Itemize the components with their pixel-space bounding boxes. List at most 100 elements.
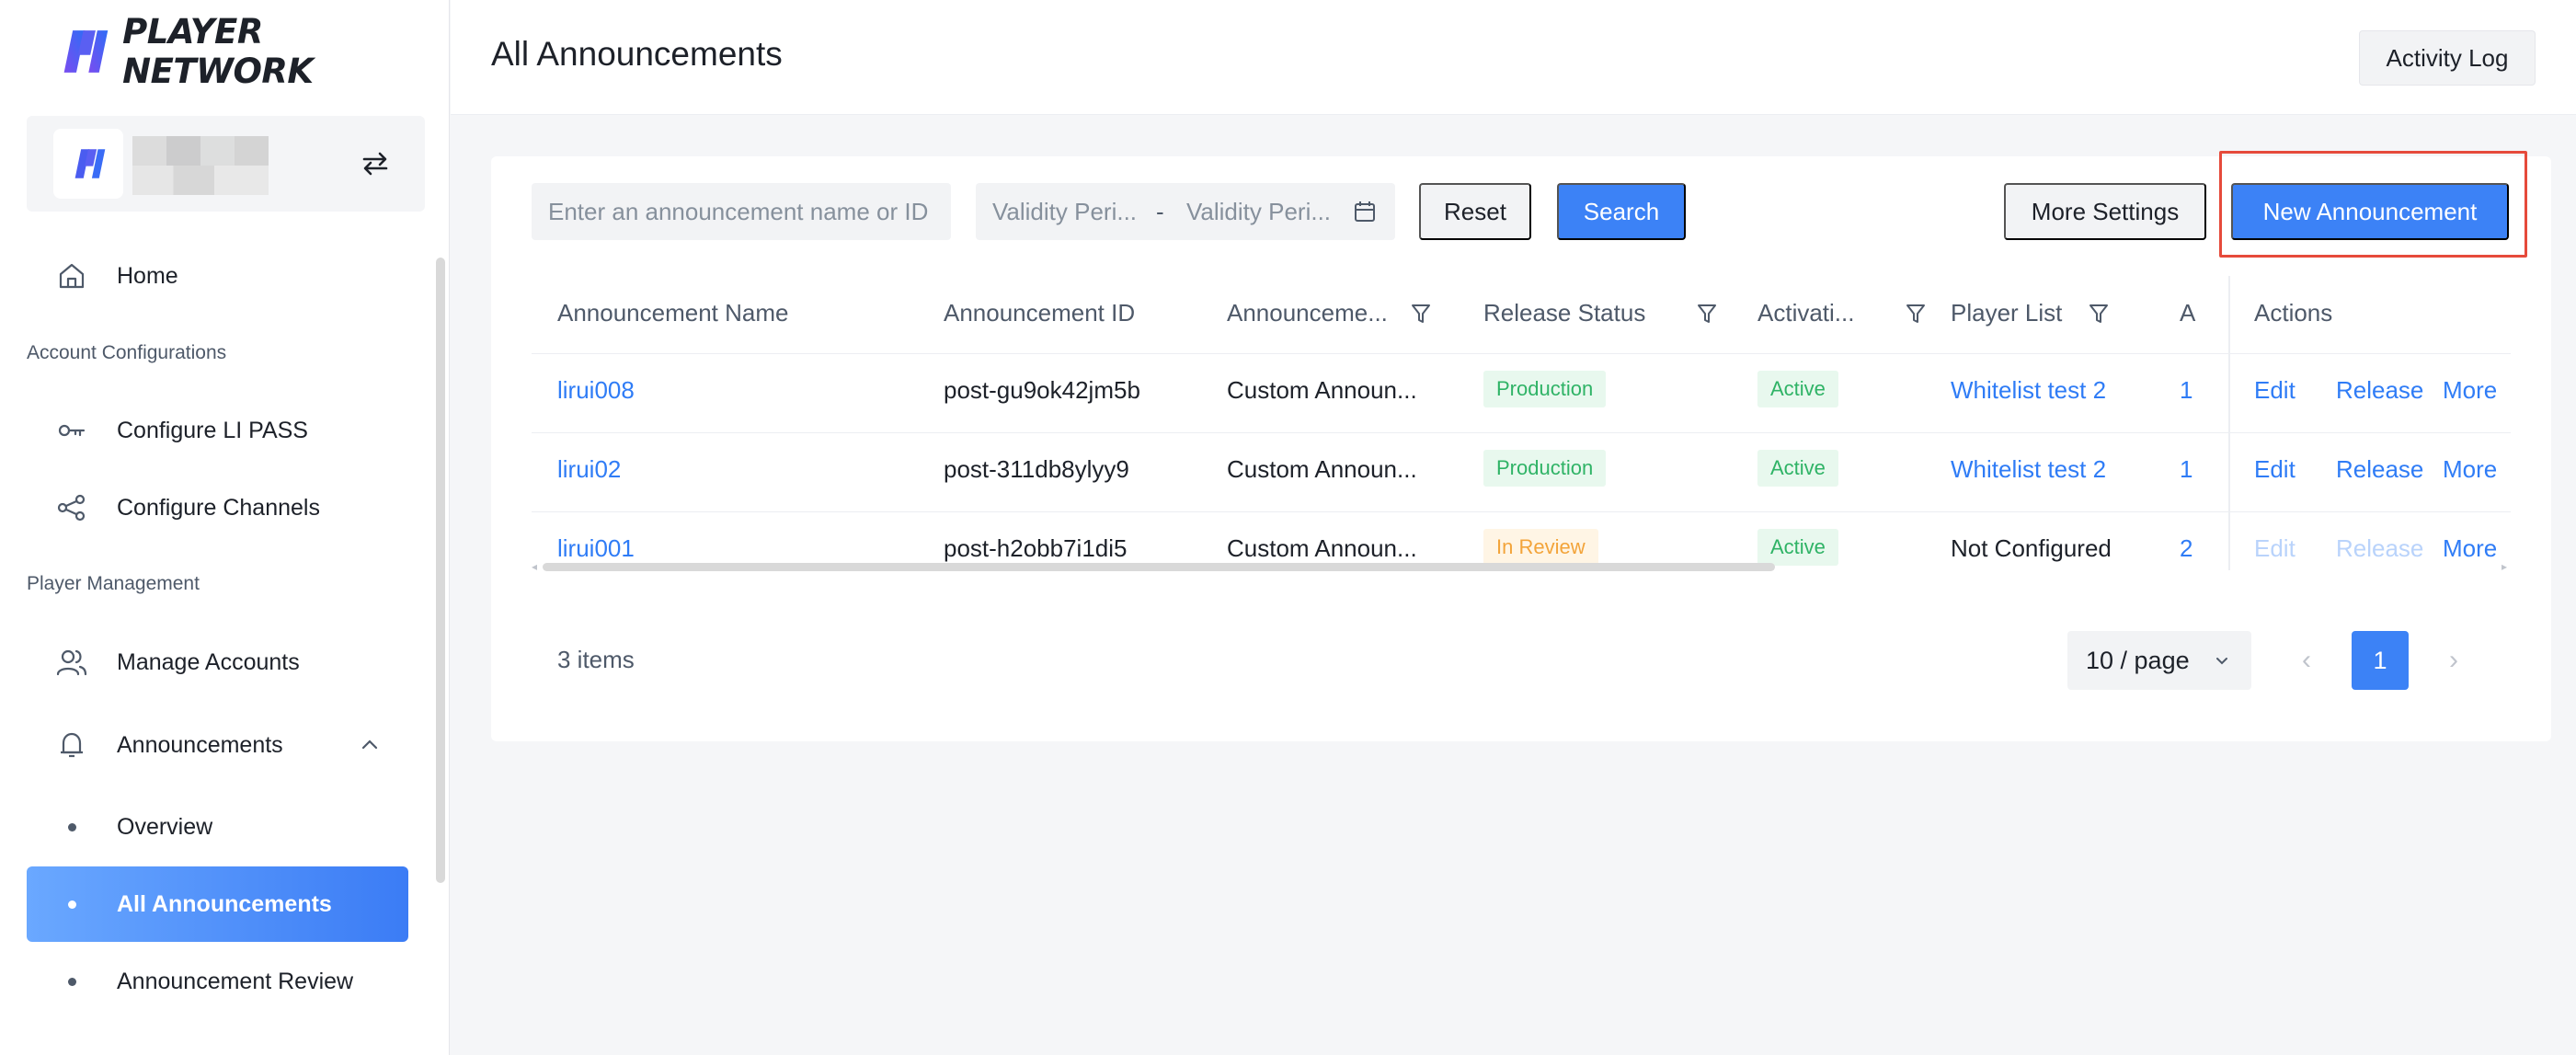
- sidebar-item-all-announcements[interactable]: All Announcements: [27, 866, 408, 942]
- status-badge: In Review: [1483, 529, 1598, 566]
- brand-mark-icon: [63, 30, 109, 73]
- filter-icon[interactable]: [1697, 303, 1717, 325]
- next-page-button[interactable]: ›: [2437, 644, 2470, 677]
- edit-action[interactable]: Edit: [2254, 376, 2296, 405]
- fixed-column-divider: [2228, 276, 2230, 570]
- announcement-id: post-h2obb7i1di5: [944, 534, 1128, 562]
- release-action[interactable]: Release: [2336, 455, 2423, 484]
- announcement-id: post-311db8ylyy9: [944, 455, 1129, 483]
- table-horizontal-scrollbar[interactable]: [543, 563, 1775, 571]
- column-header-activation: Activati...: [1757, 299, 1855, 327]
- release-action[interactable]: Release: [2336, 376, 2423, 405]
- sidebar-item-configure-li-pass[interactable]: Configure LI PASS: [27, 393, 408, 468]
- switch-arrows-icon[interactable]: [361, 149, 390, 178]
- column-header-partial: A: [2180, 299, 2196, 327]
- reset-button[interactable]: Reset: [1419, 183, 1531, 240]
- more-settings-button[interactable]: More Settings: [2004, 183, 2206, 240]
- row-divider: [532, 511, 2511, 512]
- sidebar-item-configure-channels[interactable]: Configure Channels: [27, 470, 408, 545]
- activation-badge: Active: [1757, 529, 1838, 566]
- sidebar-item-label: Announcements: [117, 731, 283, 758]
- prev-page-button[interactable]: ‹: [2290, 644, 2323, 677]
- validity-period-picker[interactable]: Validity Peri... - Validity Peri...: [976, 183, 1395, 240]
- partial-column-value[interactable]: 1: [2180, 455, 2192, 484]
- announcements-card: Enter an announcement name or ID Validit…: [491, 151, 2551, 741]
- announcement-id: post-gu9ok42jm5b: [944, 376, 1140, 404]
- column-header-id: Announcement ID: [944, 299, 1136, 327]
- player-list-value: Not Configured: [1951, 534, 2112, 562]
- home-icon: [59, 263, 85, 289]
- more-action[interactable]: More: [2443, 534, 2497, 563]
- bullet-dot: [68, 900, 76, 909]
- account-avatar: [53, 129, 123, 199]
- search-input[interactable]: Enter an announcement name or ID: [532, 183, 951, 240]
- page-title: All Announcements: [491, 35, 783, 73]
- edit-action-disabled: Edit: [2254, 534, 2296, 562]
- activity-log-button[interactable]: Activity Log: [2359, 30, 2536, 86]
- player-list-link[interactable]: Whitelist test 2: [1951, 455, 2106, 484]
- activation-badge: Active: [1757, 371, 1838, 407]
- filter-icon[interactable]: [1906, 303, 1926, 325]
- row-divider: [532, 353, 2511, 354]
- sidebar-item-label: Configure Channels: [117, 494, 320, 521]
- new-announcement-button[interactable]: New Announcement: [2231, 183, 2509, 240]
- date-end-input[interactable]: Validity Peri...: [1186, 198, 1331, 226]
- activation-badge: Active: [1757, 450, 1838, 487]
- page-size-select[interactable]: 10 / page: [2067, 631, 2251, 690]
- sidebar-item-label: Home: [117, 262, 178, 289]
- sidebar: PLAYER NETWORK Home Account Configuratio…: [0, 0, 450, 1055]
- date-start-input[interactable]: Validity Peri...: [992, 198, 1137, 226]
- bullet-dot: [68, 977, 76, 986]
- player-list-link[interactable]: Whitelist test 2: [1951, 376, 2106, 405]
- sidebar-item-label: Announcement Review: [117, 968, 354, 994]
- current-page-button[interactable]: 1: [2352, 631, 2409, 690]
- announcement-name-link[interactable]: lirui02: [557, 455, 621, 484]
- status-badge: Production: [1483, 371, 1607, 407]
- section-player-management: Player Management: [27, 573, 200, 594]
- sidebar-item-home[interactable]: Home: [27, 238, 408, 314]
- brand-logo[interactable]: PLAYER NETWORK: [57, 12, 449, 91]
- account-name-redacted: [132, 136, 269, 195]
- sidebar-item-announcements[interactable]: Announcements: [27, 707, 408, 783]
- search-button[interactable]: Search: [1557, 183, 1686, 240]
- partial-column-value[interactable]: 2: [2180, 534, 2192, 563]
- sidebar-item-label: Configure LI PASS: [117, 417, 308, 443]
- page-header: All Announcements Activity Log: [451, 0, 2576, 115]
- column-header-player-list: Player List: [1951, 299, 2063, 327]
- page-size-value: 10 / page: [2086, 646, 2190, 674]
- sidebar-item-label: Overview: [117, 813, 213, 840]
- key-icon: [58, 424, 86, 437]
- account-switcher[interactable]: [27, 116, 425, 212]
- sidebar-item-label: Manage Accounts: [117, 648, 300, 675]
- announcement-name-link[interactable]: lirui001: [557, 534, 635, 563]
- announcement-type: Custom Announ...: [1227, 534, 1417, 562]
- scroll-right-arrow[interactable]: ▸: [2502, 560, 2513, 573]
- release-action-disabled: Release: [2336, 534, 2424, 562]
- section-account-configurations: Account Configurations: [27, 342, 227, 363]
- announcement-type: Custom Announ...: [1227, 376, 1417, 404]
- status-badge: Production: [1483, 450, 1607, 487]
- chevron-up-icon[interactable]: [359, 734, 381, 756]
- more-action[interactable]: More: [2443, 455, 2497, 484]
- calendar-icon: [1355, 201, 1375, 222]
- scroll-left-arrow[interactable]: ◂: [532, 560, 543, 573]
- more-action[interactable]: More: [2443, 376, 2497, 405]
- partial-column-value[interactable]: 1: [2180, 376, 2192, 405]
- sidebar-item-announcement-review[interactable]: Announcement Review: [27, 944, 408, 1019]
- announcement-type: Custom Announ...: [1227, 455, 1417, 483]
- users-icon: [56, 649, 87, 676]
- edit-action[interactable]: Edit: [2254, 455, 2296, 484]
- column-header-name: Announcement Name: [557, 299, 789, 327]
- sidebar-item-manage-accounts[interactable]: Manage Accounts: [27, 625, 408, 700]
- filter-icon[interactable]: [1411, 303, 1431, 325]
- chevron-down-icon: [2216, 658, 2227, 665]
- column-header-status: Release Status: [1483, 299, 1646, 327]
- sidebar-scrollbar[interactable]: [436, 258, 445, 883]
- date-separator: -: [1156, 197, 1164, 225]
- column-header-type: Announceme...: [1227, 299, 1388, 327]
- row-divider: [532, 432, 2511, 433]
- announcement-name-link[interactable]: lirui008: [557, 376, 635, 405]
- column-header-actions: Actions: [2254, 299, 2333, 327]
- filter-icon[interactable]: [2089, 303, 2109, 325]
- sidebar-item-overview[interactable]: Overview: [27, 789, 408, 865]
